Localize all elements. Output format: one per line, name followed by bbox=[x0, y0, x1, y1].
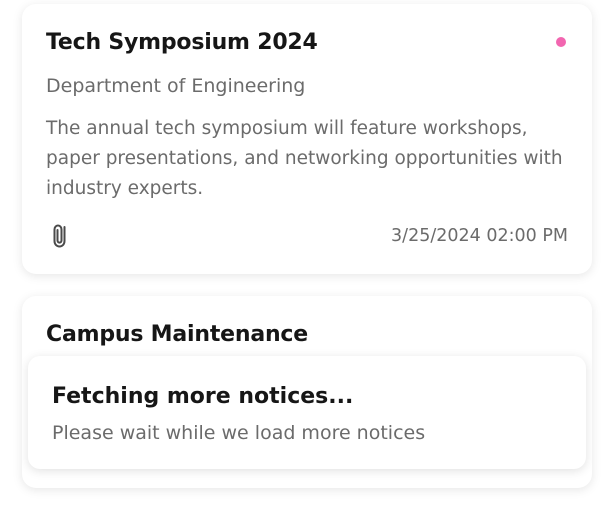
notice-card[interactable]: Tech Symposium 2024 Department of Engine… bbox=[22, 4, 592, 274]
notice-body: The annual tech symposium will feature w… bbox=[46, 118, 563, 199]
notice-department: Department of Engineering bbox=[46, 75, 306, 97]
paperclip-icon[interactable] bbox=[50, 221, 72, 251]
loading-indicator-card: Fetching more notices... Please wait whi… bbox=[28, 356, 586, 469]
loading-subtitle: Please wait while we load more notices bbox=[52, 422, 426, 444]
loading-title: Fetching more notices... bbox=[52, 384, 354, 409]
unread-indicator-dot bbox=[556, 37, 566, 47]
notice-title: Campus Maintenance bbox=[46, 322, 308, 347]
notice-timestamp: 3/25/2024 02:00 PM bbox=[391, 226, 568, 246]
notice-title: Tech Symposium 2024 bbox=[46, 30, 318, 55]
notice-card[interactable]: Campus Maintenance Fetching more notices… bbox=[22, 296, 592, 488]
